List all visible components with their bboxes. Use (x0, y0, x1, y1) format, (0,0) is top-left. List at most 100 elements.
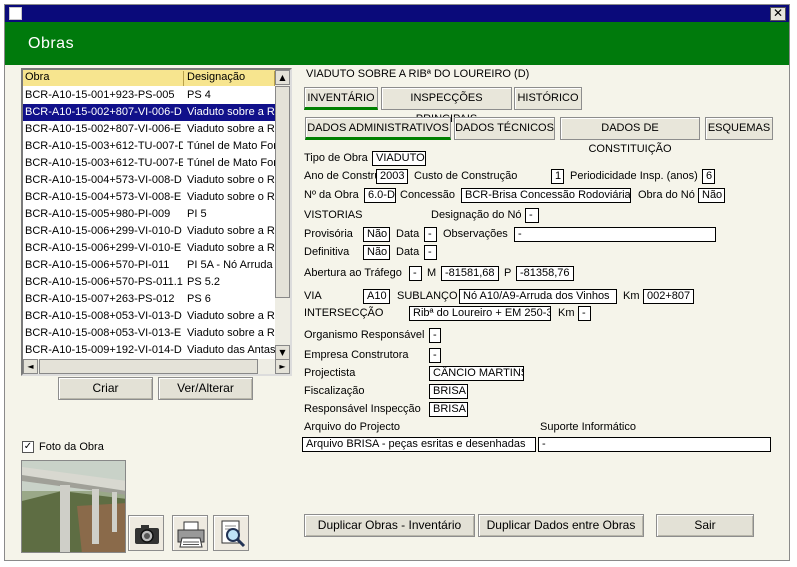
cell-obra: BCR-A10-15-003+612-TU-007-E (25, 157, 183, 169)
preview-button[interactable] (213, 515, 249, 551)
table-row[interactable]: BCR-A10-15-001+923-PS-005 PS 4 (23, 87, 275, 104)
definitiva-label: Definitiva (304, 246, 350, 258)
arquivo-field[interactable]: Arquivo BRISA - peças esritas e desenhad… (302, 437, 536, 452)
obra-no-field[interactable]: Não (698, 188, 725, 203)
organismo-field[interactable]: - (429, 328, 441, 343)
organismo-label: Organismo Responsável (304, 329, 425, 341)
interseccao-field[interactable]: Ribª do Loureiro + EM 250-3 (409, 306, 551, 321)
scroll-up-button[interactable]: ▲ (275, 70, 290, 85)
tab-inventario[interactable]: INVENTÁRIO (304, 87, 378, 110)
abertura-field[interactable]: - (409, 266, 422, 281)
table-row[interactable]: BCR-A10-15-009+192-VI-014-D Viaduto das A… (23, 342, 275, 359)
data-provisoria-field[interactable]: - (424, 227, 437, 242)
photo-checkbox[interactable]: ✓ (22, 441, 34, 453)
periodicidade-field[interactable]: 6 (702, 169, 715, 184)
scroll-right-button[interactable]: ► (275, 359, 290, 374)
concessao-field[interactable]: BCR-Brisa Concessão Rodoviária (461, 188, 631, 203)
suporte-field[interactable]: - (538, 437, 771, 452)
cell-obra: BCR-A10-15-006+570-PI-011 (25, 259, 170, 271)
projectista-field[interactable]: CÂNCIO MARTINS (429, 366, 524, 381)
periodicidade-label: Periodicidade Insp. (anos) (570, 170, 698, 182)
table-row[interactable]: BCR-A10-15-003+612-TU-007-D Túnel de Mato… (23, 138, 275, 155)
km2-field[interactable]: - (578, 306, 591, 321)
view-edit-button[interactable]: Ver/Alterar (158, 377, 253, 400)
fiscalizacao-field[interactable]: BRISA (429, 384, 468, 399)
cell-obra: BCR-A10-15-001+923-PS-005 (25, 89, 175, 101)
observacoes-field[interactable]: - (514, 227, 716, 242)
km-label: Km (623, 290, 640, 302)
create-button[interactable]: Criar (58, 377, 153, 400)
p-field[interactable]: -81358,76 (516, 266, 574, 281)
tab-dados-tecnicos[interactable]: DADOS TÉCNICOS (454, 117, 555, 140)
sublanco-label: SUBLANÇO (397, 290, 458, 302)
resp-insp-field[interactable]: BRISA (429, 402, 468, 417)
provisoria-field[interactable]: Não (363, 227, 390, 242)
table-row[interactable]: BCR-A10-15-003+612-TU-007-E Túnel de Mato… (23, 155, 275, 172)
cell-obra: BCR-A10-15-008+053-VI-013-E (25, 327, 182, 339)
observacoes-label: Observações (443, 228, 508, 240)
duplicate-inventory-button[interactable]: Duplicar Obras - Inventário (304, 514, 475, 537)
provisoria-label: Provisória (304, 228, 353, 240)
vertical-scrollbar[interactable]: ▲ ▼ (275, 70, 290, 360)
km-field[interactable]: 002+807 (643, 289, 694, 304)
cell-designacao: Viaduto sobre a Ri (187, 225, 275, 237)
column-designacao[interactable]: Designação (185, 71, 275, 86)
cell-obra: BCR-A10-15-005+980-PI-009 (25, 208, 171, 220)
ano-field[interactable]: 2003 (376, 169, 408, 184)
table-row[interactable]: BCR-A10-15-008+053-VI-013-D Viaduto sobre… (23, 308, 275, 325)
close-button[interactable]: ✕ (770, 7, 786, 21)
definitiva-field[interactable]: Não (363, 245, 390, 260)
cell-obra: BCR-A10-15-003+612-TU-007-D (25, 140, 183, 152)
tab-esquemas[interactable]: ESQUEMAS (705, 117, 773, 140)
sublanco-field[interactable]: Nó A10/A9-Arruda dos Vinhos (459, 289, 617, 304)
column-obra[interactable]: Obra (23, 71, 184, 86)
tab-historico[interactable]: HISTÓRICO (514, 87, 582, 110)
table-row[interactable]: BCR-A10-15-006+570-PI-011 PI 5A - Nó Arru… (23, 257, 275, 274)
cell-obra: BCR-A10-15-008+053-VI-013-D (25, 310, 182, 322)
n-obra-field[interactable]: 6.0-D (364, 188, 396, 203)
table-row[interactable]: BCR-A10-15-006+299-VI-010-E Viaduto sobre… (23, 240, 275, 257)
duplicate-data-button[interactable]: Duplicar Dados entre Obras (478, 514, 644, 537)
tipo-obra-label: Tipo de Obra (304, 152, 368, 164)
tab-dados-administrativos[interactable]: DADOS ADMINISTRATIVOS (305, 117, 451, 140)
horizontal-scrollbar[interactable]: ◄ ► (23, 359, 290, 374)
table-row[interactable]: BCR-A10-15-005+980-PI-009 PI 5 (23, 206, 275, 223)
scroll-thumb[interactable] (275, 86, 290, 298)
table-row[interactable]: BCR-A10-15-004+573-VI-008-E Viaduto sobre… (23, 189, 275, 206)
title-bar: ✕ (5, 5, 789, 22)
vistorias-label: VISTORIAS (304, 209, 363, 221)
scroll-down-button[interactable]: ▼ (275, 345, 290, 360)
custo-field[interactable]: 1 (551, 169, 564, 184)
table-row[interactable]: BCR-A10-15-006+570-PS-011.1 PS 5.2 (23, 274, 275, 291)
table-row[interactable]: BCR-A10-15-002+807-VI-006-E Viaduto sobre… (23, 121, 275, 138)
print-button[interactable] (172, 515, 208, 551)
via-label: VIA (304, 290, 322, 302)
page-header: Obras (5, 22, 789, 65)
camera-button[interactable] (128, 515, 164, 551)
table-row[interactable]: BCR-A10-15-007+263-PS-012 PS 6 (23, 291, 275, 308)
tab-dados-constituicao[interactable]: DADOS DE CONSTITUIÇÃO (560, 117, 700, 155)
cell-designacao: Viaduto sobre o Ri (187, 174, 275, 186)
preview-icon (221, 520, 246, 548)
table-row[interactable]: BCR-A10-15-006+299-VI-010-D Viaduto sobre… (23, 223, 275, 240)
designacao-no-field[interactable]: - (525, 208, 539, 223)
table-row[interactable]: BCR-A10-15-004+573-VI-008-D Viaduto sobre… (23, 172, 275, 189)
designacao-no-label: Designação do Nó (431, 209, 522, 221)
empresa-field[interactable]: - (429, 348, 441, 363)
table-row[interactable]: BCR-A10-15-002+807-VI-006-D Viaduto sobre… (23, 104, 275, 121)
obras-list[interactable]: Obra Designação BCR-A10-15-001+923-PS-00… (21, 68, 292, 376)
cell-designacao: Túnel de Mato Fort (187, 140, 275, 152)
hscroll-thumb[interactable] (39, 359, 258, 374)
cell-designacao: PS 5.2 (187, 276, 221, 288)
data-definitiva-field[interactable]: - (424, 245, 437, 260)
abertura-label: Abertura ao Tráfego (304, 267, 402, 279)
table-row[interactable]: BCR-A10-15-008+053-VI-013-E Viaduto sobre… (23, 325, 275, 342)
tab-inspeccoes[interactable]: INSPECÇÕES PRINCIPAIS (381, 87, 512, 125)
via-field[interactable]: A10 (363, 289, 390, 304)
resp-insp-label: Responsável Inspecção (304, 403, 421, 415)
tipo-obra-field[interactable]: VIADUTO (372, 151, 426, 166)
photo-checkbox-label: Foto da Obra (39, 441, 104, 453)
scroll-left-button[interactable]: ◄ (23, 359, 38, 374)
m-field[interactable]: -81581,68 (441, 266, 499, 281)
exit-button[interactable]: Sair (656, 514, 754, 537)
